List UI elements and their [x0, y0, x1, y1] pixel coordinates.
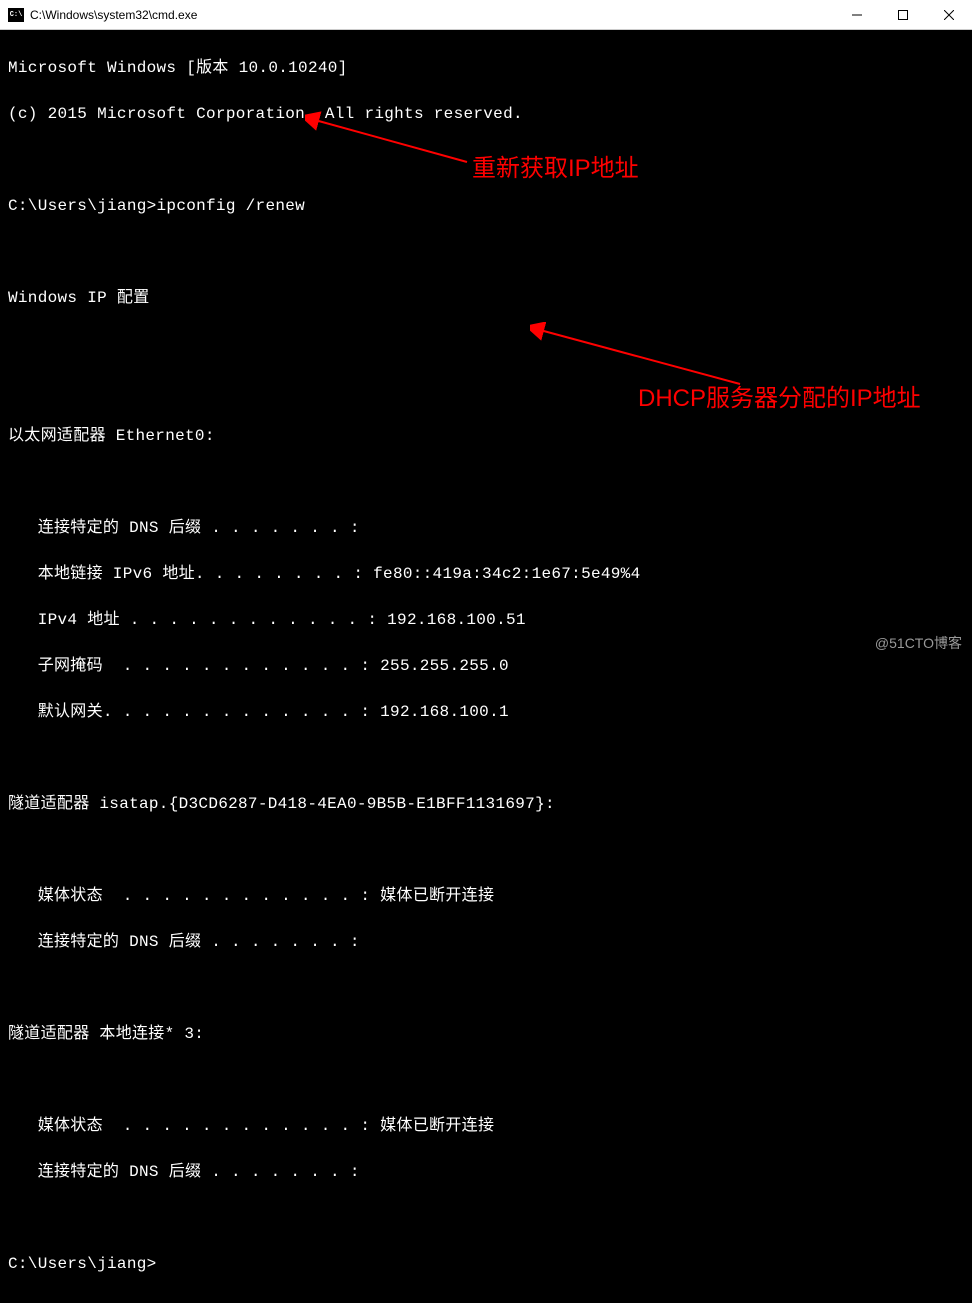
adapter-field: IPv4 地址 . . . . . . . . . . . . : 192.16…: [8, 609, 964, 632]
adapter-field: 连接特定的 DNS 后缀 . . . . . . . :: [8, 517, 964, 540]
output-line: Microsoft Windows [版本 10.0.10240]: [8, 57, 964, 80]
output-blank: [8, 149, 964, 172]
minimize-button[interactable]: [834, 0, 880, 29]
output-blank: [8, 839, 964, 862]
output-blank: [8, 747, 964, 770]
adapter-title: 以太网适配器 Ethernet0:: [8, 425, 964, 448]
window-title: C:\Windows\system32\cmd.exe: [30, 8, 197, 22]
adapter-field: 本地链接 IPv6 地址. . . . . . . . : fe80::419a…: [8, 563, 964, 586]
adapter-field: 连接特定的 DNS 后缀 . . . . . . . :: [8, 931, 964, 954]
prompt-line: C:\Users\jiang>ipconfig /renew: [8, 195, 964, 218]
minimize-icon: [852, 10, 862, 20]
adapter-field: 媒体状态 . . . . . . . . . . . . : 媒体已断开连接: [8, 885, 964, 908]
adapter-field: 媒体状态 . . . . . . . . . . . . : 媒体已断开连接: [8, 1115, 964, 1138]
output-blank: [8, 471, 964, 494]
close-icon: [944, 10, 954, 20]
output-blank: [8, 977, 964, 1000]
output-blank: [8, 379, 964, 402]
title-left: C:\Windows\system32\cmd.exe: [8, 8, 197, 22]
adapter-field: 子网掩码 . . . . . . . . . . . . : 255.255.2…: [8, 655, 964, 678]
maximize-icon: [898, 10, 908, 20]
watermark: @51CTO博客: [875, 633, 962, 653]
output-header: Windows IP 配置: [8, 287, 964, 310]
adapter-title: 隧道适配器 isatap.{D3CD6287-D418-4EA0-9B5B-E1…: [8, 793, 964, 816]
adapter-title: 隧道适配器 本地连接* 3:: [8, 1023, 964, 1046]
output-blank: [8, 1207, 964, 1230]
adapter-field: 默认网关. . . . . . . . . . . . . : 192.168.…: [8, 701, 964, 724]
prompt-line: C:\Users\jiang>: [8, 1253, 964, 1276]
adapter-field: 连接特定的 DNS 后缀 . . . . . . . :: [8, 1161, 964, 1184]
maximize-button[interactable]: [880, 0, 926, 29]
close-button[interactable]: [926, 0, 972, 29]
output-blank: [8, 333, 964, 356]
terminal-output[interactable]: Microsoft Windows [版本 10.0.10240] (c) 20…: [0, 30, 972, 1303]
output-blank: [8, 241, 964, 264]
output-blank: [8, 1069, 964, 1092]
output-line: (c) 2015 Microsoft Corporation. All righ…: [8, 103, 964, 126]
window-controls: [834, 0, 972, 29]
window-titlebar: C:\Windows\system32\cmd.exe: [0, 0, 972, 30]
cmd-icon: [8, 8, 24, 22]
